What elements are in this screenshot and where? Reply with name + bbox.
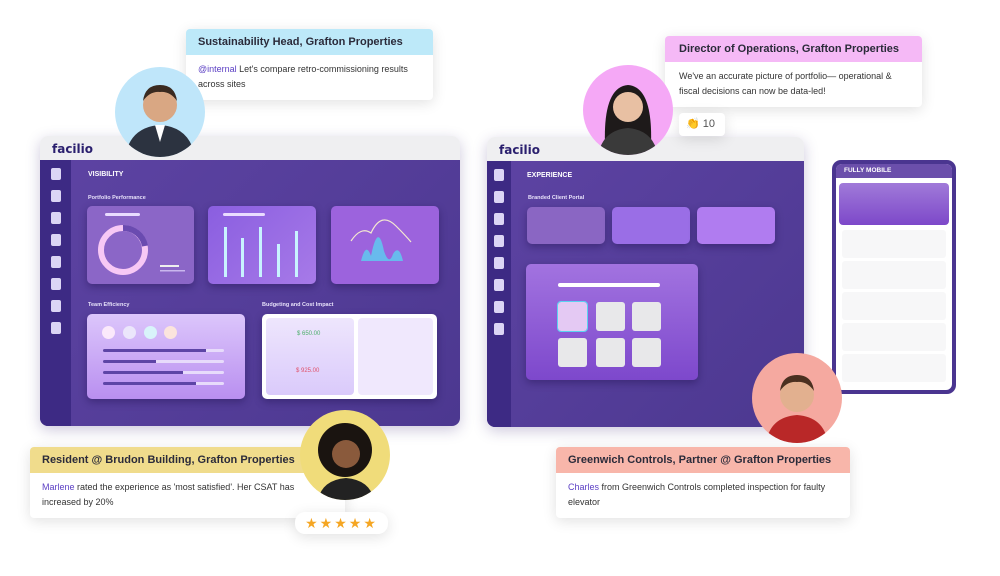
avatar	[752, 353, 842, 443]
quote-header: Director of Operations, Grafton Properti…	[665, 36, 922, 62]
reaction-badge[interactable]: 👏 10	[679, 113, 725, 136]
list-item[interactable]	[842, 292, 946, 320]
quote-card: Director of Operations, Grafton Properti…	[665, 36, 922, 107]
sidebar	[40, 160, 71, 426]
building-icon[interactable]	[50, 168, 61, 180]
document-icon[interactable]	[50, 234, 61, 246]
tools-icon[interactable]	[50, 300, 61, 312]
section-title: VISIBILITY	[88, 171, 124, 178]
list-item[interactable]	[842, 323, 946, 351]
team-icon[interactable]	[50, 322, 61, 334]
area-chart	[350, 219, 412, 261]
tree-icon[interactable]	[50, 256, 61, 268]
quote-header: Greenwich Controls, Partner @ Grafton Pr…	[556, 447, 850, 473]
list-item[interactable]	[842, 261, 946, 289]
list-item[interactable]	[842, 354, 946, 382]
bar-panel	[208, 206, 316, 284]
list-item[interactable]	[842, 230, 946, 258]
quote-card: Greenwich Controls, Partner @ Grafton Pr…	[556, 447, 850, 518]
avatar	[583, 65, 673, 155]
section-title: EXPERIENCE	[527, 172, 573, 179]
donut-chart	[98, 213, 185, 275]
document-icon[interactable]	[494, 235, 504, 247]
donut-panel	[87, 206, 194, 284]
brand-logo: facilio	[40, 136, 460, 160]
mobile-title: FULLY MOBILE	[836, 164, 952, 178]
budget-label: Budgeting and Cost Impact	[262, 302, 334, 308]
quote-text: We've an accurate picture of portfolio— …	[679, 71, 892, 96]
quote-card: Sustainability Head, Grafton Properties …	[186, 29, 433, 100]
avatar	[300, 410, 390, 500]
clap-icon: 👏	[686, 118, 700, 130]
tree-icon[interactable]	[494, 257, 504, 269]
user-icon[interactable]	[494, 279, 504, 291]
portal-card[interactable]	[612, 207, 690, 244]
person-icon[interactable]	[494, 191, 504, 203]
quote-header: Resident @ Brudon Building, Grafton Prop…	[30, 447, 345, 473]
team-panel	[87, 314, 245, 399]
user-icon[interactable]	[50, 278, 61, 290]
star-icon: ★	[305, 515, 320, 531]
amount-red: $ 925.00	[296, 368, 320, 374]
visibility-dashboard: facilio VISIBILITY Portfolio Performance…	[40, 136, 460, 426]
portfolio-label: Portfolio Performance	[88, 195, 146, 201]
star-icon: ★	[334, 515, 349, 531]
amount-green: $ 650.00	[297, 331, 321, 337]
quote-header: Sustainability Head, Grafton Properties	[186, 29, 433, 55]
image-icon[interactable]	[50, 212, 61, 224]
quote-card: Resident @ Brudon Building, Grafton Prop…	[30, 447, 345, 518]
team-label: Team Efficiency	[88, 302, 130, 308]
star-icon: ★	[319, 515, 335, 531]
sidebar	[487, 161, 511, 427]
mobile-device: FULLY MOBILE	[832, 160, 956, 394]
person-icon[interactable]	[50, 190, 61, 202]
image-icon[interactable]	[494, 213, 504, 225]
mention[interactable]: Charles	[568, 482, 599, 492]
area-panel	[331, 206, 439, 284]
mention[interactable]: @internal	[198, 64, 237, 74]
bar-chart	[223, 213, 298, 277]
tools-icon[interactable]	[494, 301, 504, 313]
portal-card[interactable]	[527, 207, 605, 244]
mention[interactable]: Marlene	[42, 482, 75, 492]
building-icon[interactable]	[494, 169, 504, 181]
portal-preview	[526, 264, 698, 380]
portal-card[interactable]	[697, 207, 775, 244]
budget-panel: $ 650.00 $ 925.00	[262, 314, 437, 399]
avatar	[115, 67, 205, 157]
team-icon[interactable]	[494, 323, 504, 335]
star-rating: ★★★★★	[295, 512, 388, 534]
portal-label: Branded Client Portal	[528, 195, 585, 201]
reaction-count: 10	[702, 118, 716, 130]
star-icon: ★	[363, 515, 378, 531]
quote-text: from Greenwich Controls completed inspec…	[568, 482, 826, 507]
quote-text: rated the experience as 'most satisfied'…	[42, 482, 295, 507]
star-icon: ★	[348, 515, 364, 531]
